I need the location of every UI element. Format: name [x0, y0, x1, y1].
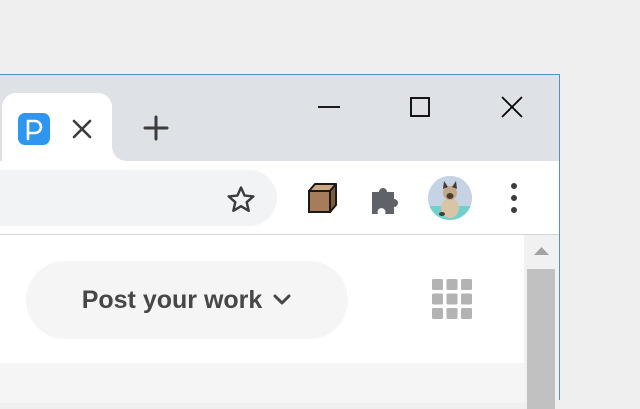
star-icon[interactable] — [225, 184, 257, 216]
address-bar[interactable] — [0, 170, 277, 226]
new-tab-plus-icon[interactable] — [141, 113, 171, 143]
post-button-label: Post your work — [81, 285, 263, 314]
profile-avatar[interactable] — [428, 176, 472, 220]
window-close-icon[interactable] — [497, 93, 527, 123]
tab-close-icon[interactable] — [68, 115, 96, 143]
scrollbar-thumb[interactable] — [527, 269, 555, 409]
vertical-scrollbar[interactable] — [524, 235, 559, 409]
puzzle-extensions-icon[interactable] — [369, 181, 403, 215]
active-tab[interactable] — [2, 93, 126, 161]
scroll-up-arrow-icon[interactable] — [524, 235, 559, 269]
browser-toolbar — [0, 161, 559, 235]
chevron-down-icon — [273, 294, 291, 305]
kebab-menu-icon[interactable] — [500, 179, 528, 217]
minimize-icon[interactable] — [314, 93, 344, 123]
pixiv-favicon-icon — [18, 113, 50, 145]
box-extension-icon[interactable] — [305, 181, 339, 215]
post-your-work-button[interactable]: Post your work — [26, 261, 348, 339]
browser-window: Post your work — [0, 74, 560, 409]
maximize-icon[interactable] — [405, 93, 435, 123]
apps-grid-icon[interactable] — [432, 353, 472, 393]
grid-icon[interactable] — [432, 279, 472, 319]
